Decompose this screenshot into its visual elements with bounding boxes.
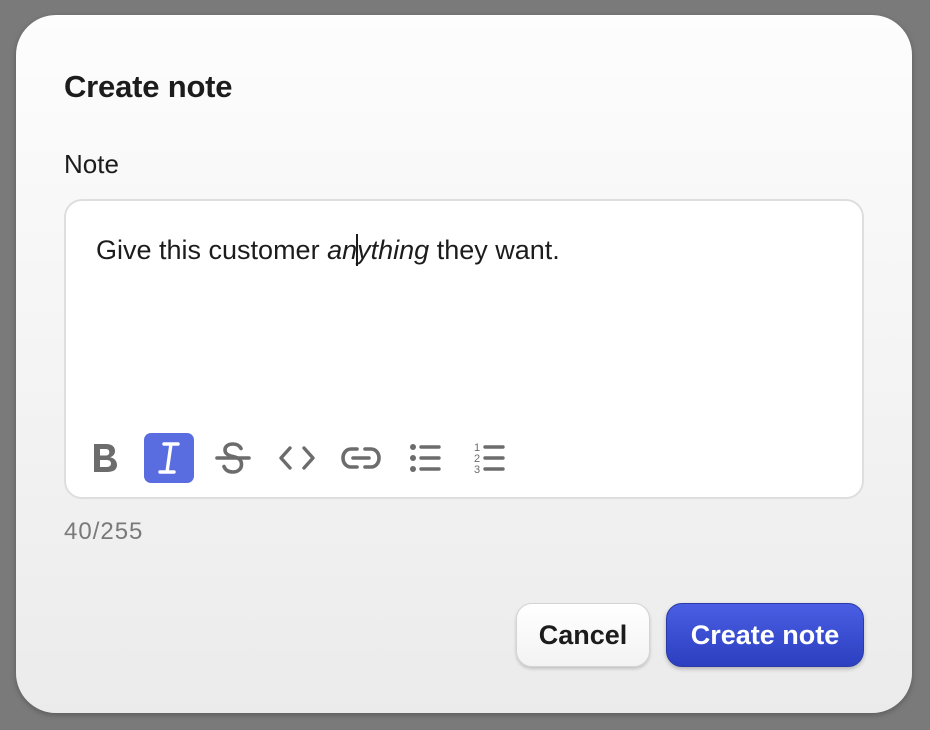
link-button[interactable] bbox=[336, 433, 386, 483]
bullet-list-icon bbox=[410, 444, 441, 472]
character-counter: 40/255 bbox=[64, 518, 144, 545]
formatting-toolbar: 1 2 3 bbox=[80, 433, 528, 483]
bullet-list-button[interactable] bbox=[400, 433, 450, 483]
note-text-plain-end: they want. bbox=[429, 235, 560, 265]
dialog-title: Create note bbox=[64, 69, 233, 104]
create-note-button[interactable]: Create note bbox=[666, 603, 864, 667]
note-field-label: Note bbox=[64, 149, 119, 179]
create-note-dialog: Create note Note Give this customer anyt… bbox=[16, 15, 912, 713]
svg-text:3: 3 bbox=[474, 464, 480, 475]
bold-button[interactable] bbox=[80, 433, 130, 483]
code-button[interactable] bbox=[272, 433, 322, 483]
numbered-list-button[interactable]: 1 2 3 bbox=[464, 433, 514, 483]
italic-button[interactable] bbox=[144, 433, 194, 483]
strikethrough-button[interactable] bbox=[208, 433, 258, 483]
italic-icon bbox=[158, 442, 180, 474]
cancel-button[interactable]: Cancel bbox=[516, 603, 650, 667]
link-icon bbox=[341, 447, 381, 469]
note-text-plain: Give this customer bbox=[96, 235, 328, 265]
strikethrough-icon bbox=[215, 442, 251, 474]
bold-icon bbox=[94, 444, 117, 472]
note-editor-content[interactable]: Give this customer anything they want. bbox=[96, 233, 560, 267]
numbered-list-icon: 1 2 3 bbox=[474, 442, 505, 475]
note-text-italic: anything bbox=[327, 234, 430, 266]
code-icon bbox=[279, 446, 315, 470]
note-editor[interactable]: Give this customer anything they want. 1… bbox=[64, 199, 864, 499]
